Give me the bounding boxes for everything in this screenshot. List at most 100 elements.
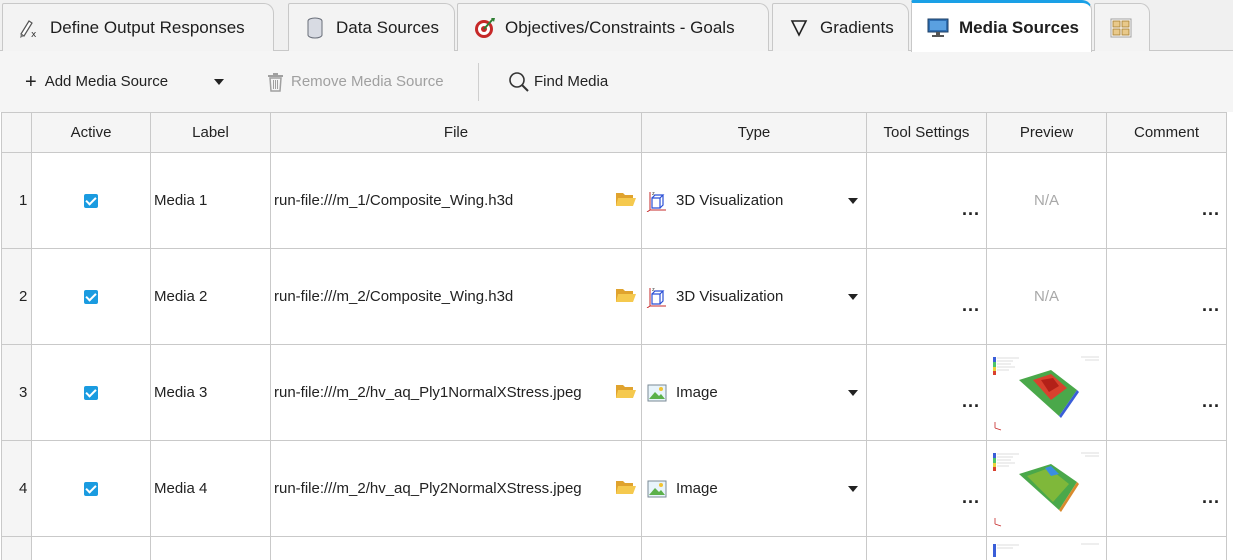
type-cell[interactable]: z 3D Visualization: [641, 152, 867, 249]
tab-label: Objectives/Constraints - Goals: [505, 17, 735, 37]
type-cell[interactable]: Image: [641, 440, 867, 537]
more-options-icon[interactable]: ...: [962, 488, 980, 506]
table-row[interactable]: 1 Media 1 run-file:///m_1/Composite_Wing…: [1, 152, 1227, 249]
type-cell[interactable]: [641, 536, 867, 560]
more-options-icon[interactable]: ...: [962, 200, 980, 218]
label-cell[interactable]: Media 3: [150, 344, 271, 441]
chevron-down-icon[interactable]: [848, 389, 858, 396]
active-cell: [31, 440, 151, 537]
tab-layout[interactable]: [1094, 3, 1150, 51]
search-icon: [508, 71, 530, 93]
preview-thumbnail-image[interactable]: [989, 349, 1103, 438]
active-checkbox[interactable]: [84, 482, 98, 497]
file-path: run-file:///m_1/Composite_Wing.h3d: [274, 192, 514, 209]
comment-cell[interactable]: ...: [1106, 248, 1227, 345]
add-media-source-dropdown[interactable]: [214, 51, 230, 112]
3d-visualization-icon: z: [646, 286, 668, 308]
preview-cell[interactable]: [986, 344, 1107, 441]
comment-cell[interactable]: ...: [1106, 440, 1227, 537]
find-media-button[interactable]: Find Media: [508, 51, 608, 112]
tool-settings-cell[interactable]: ...: [866, 440, 987, 537]
file-cell[interactable]: run-file:///m_1/Composite_Wing.h3d: [270, 152, 642, 249]
label-cell[interactable]: [150, 536, 271, 560]
table-row[interactable]: 2 Media 2 run-file:///m_2/Composite_Wing…: [1, 248, 1227, 345]
comment-cell[interactable]: ...: [1106, 344, 1227, 441]
table-row[interactable]: [1, 536, 1227, 560]
remove-media-source-button[interactable]: Remove Media Source: [267, 51, 444, 112]
active-cell: [31, 536, 151, 560]
tab-media-sources[interactable]: Media Sources: [911, 0, 1092, 52]
column-header-tool-settings[interactable]: Tool Settings: [866, 112, 987, 153]
svg-text:z: z: [652, 287, 655, 293]
tab-label: Define Output Responses: [50, 17, 245, 37]
file-path: run-file:///m_2/hv_aq_Ply1NormalXStress.…: [274, 384, 582, 401]
target-icon: [472, 16, 496, 40]
toolbar: + Add Media Source Remove Media Source F…: [0, 51, 1233, 112]
tool-settings-cell[interactable]: [866, 536, 987, 560]
folder-open-icon[interactable]: [615, 190, 637, 212]
folder-open-icon[interactable]: [615, 286, 637, 308]
find-media-label: Find Media: [534, 73, 609, 90]
tab-gradients[interactable]: Gradients: [772, 3, 909, 51]
column-header-preview[interactable]: Preview: [986, 112, 1107, 153]
label-cell[interactable]: Media 4: [150, 440, 271, 537]
file-cell[interactable]: run-file:///m_2/Composite_Wing.h3d: [270, 248, 642, 345]
file-cell[interactable]: run-file:///m_2/hv_aq_Ply1NormalXStress.…: [270, 344, 642, 441]
active-checkbox[interactable]: [84, 194, 98, 209]
chevron-down-icon[interactable]: [848, 197, 858, 204]
table-row[interactable]: 3 Media 3 run-file:///m_2/hv_aq_Ply1Norm…: [1, 344, 1227, 441]
tab-define-output-responses[interactable]: x Define Output Responses: [2, 3, 274, 51]
table-row[interactable]: 4 Media 4 run-file:///m_2/hv_aq_Ply2Norm…: [1, 440, 1227, 537]
folder-open-icon[interactable]: [615, 478, 637, 500]
active-cell: [31, 152, 151, 249]
folder-open-icon[interactable]: [615, 382, 637, 404]
tool-settings-cell[interactable]: ...: [866, 152, 987, 249]
chevron-down-icon[interactable]: [848, 293, 858, 300]
active-cell: [31, 344, 151, 441]
toolbar-divider: [478, 63, 479, 101]
comment-cell[interactable]: [1106, 536, 1227, 560]
comment-cell[interactable]: ...: [1106, 152, 1227, 249]
label-cell[interactable]: Media 2: [150, 248, 271, 345]
type-cell[interactable]: z 3D Visualization: [641, 248, 867, 345]
type-cell[interactable]: Image: [641, 344, 867, 441]
preview-thumbnail-image[interactable]: [989, 445, 1103, 534]
chevron-down-icon: [214, 78, 224, 85]
add-media-source-button[interactable]: + Add Media Source: [25, 51, 168, 112]
column-header-comment[interactable]: Comment: [1106, 112, 1227, 153]
more-options-icon[interactable]: ...: [962, 392, 980, 410]
active-checkbox[interactable]: [84, 290, 98, 305]
row-number: 1: [1, 152, 32, 249]
preview-thumbnail-image[interactable]: [989, 537, 1103, 557]
column-header-type[interactable]: Type: [641, 112, 867, 153]
row-number: 3: [1, 344, 32, 441]
column-header-file[interactable]: File: [270, 112, 642, 153]
chevron-down-icon[interactable]: [848, 485, 858, 492]
row-number: 4: [1, 440, 32, 537]
tool-settings-cell[interactable]: ...: [866, 248, 987, 345]
more-options-icon[interactable]: ...: [1202, 392, 1220, 410]
file-path: run-file:///m_2/Composite_Wing.h3d: [274, 288, 514, 305]
tab-objectives-constraints-goals[interactable]: Objectives/Constraints - Goals: [457, 3, 769, 51]
label-cell[interactable]: Media 1: [150, 152, 271, 249]
preview-cell[interactable]: [986, 440, 1107, 537]
file-cell[interactable]: [270, 536, 642, 560]
image-icon: [646, 478, 668, 500]
more-options-icon[interactable]: ...: [1202, 296, 1220, 314]
plus-icon: +: [25, 70, 37, 93]
tool-settings-cell[interactable]: ...: [866, 344, 987, 441]
active-checkbox[interactable]: [84, 386, 98, 401]
active-cell: [31, 248, 151, 345]
file-path: run-file:///m_2/hv_aq_Ply2NormalXStress.…: [274, 480, 582, 497]
more-options-icon[interactable]: ...: [1202, 488, 1220, 506]
preview-cell[interactable]: [986, 536, 1107, 560]
column-header-label[interactable]: Label: [150, 112, 271, 153]
preview-cell: N/A: [986, 152, 1107, 249]
column-header-active[interactable]: Active: [31, 112, 151, 153]
tab-data-sources[interactable]: Data Sources: [288, 3, 455, 51]
file-cell[interactable]: run-file:///m_2/hv_aq_Ply2NormalXStress.…: [270, 440, 642, 537]
row-number-header: [1, 112, 32, 153]
more-options-icon[interactable]: ...: [1202, 200, 1220, 218]
remove-media-source-label: Remove Media Source: [291, 73, 444, 90]
more-options-icon[interactable]: ...: [962, 296, 980, 314]
